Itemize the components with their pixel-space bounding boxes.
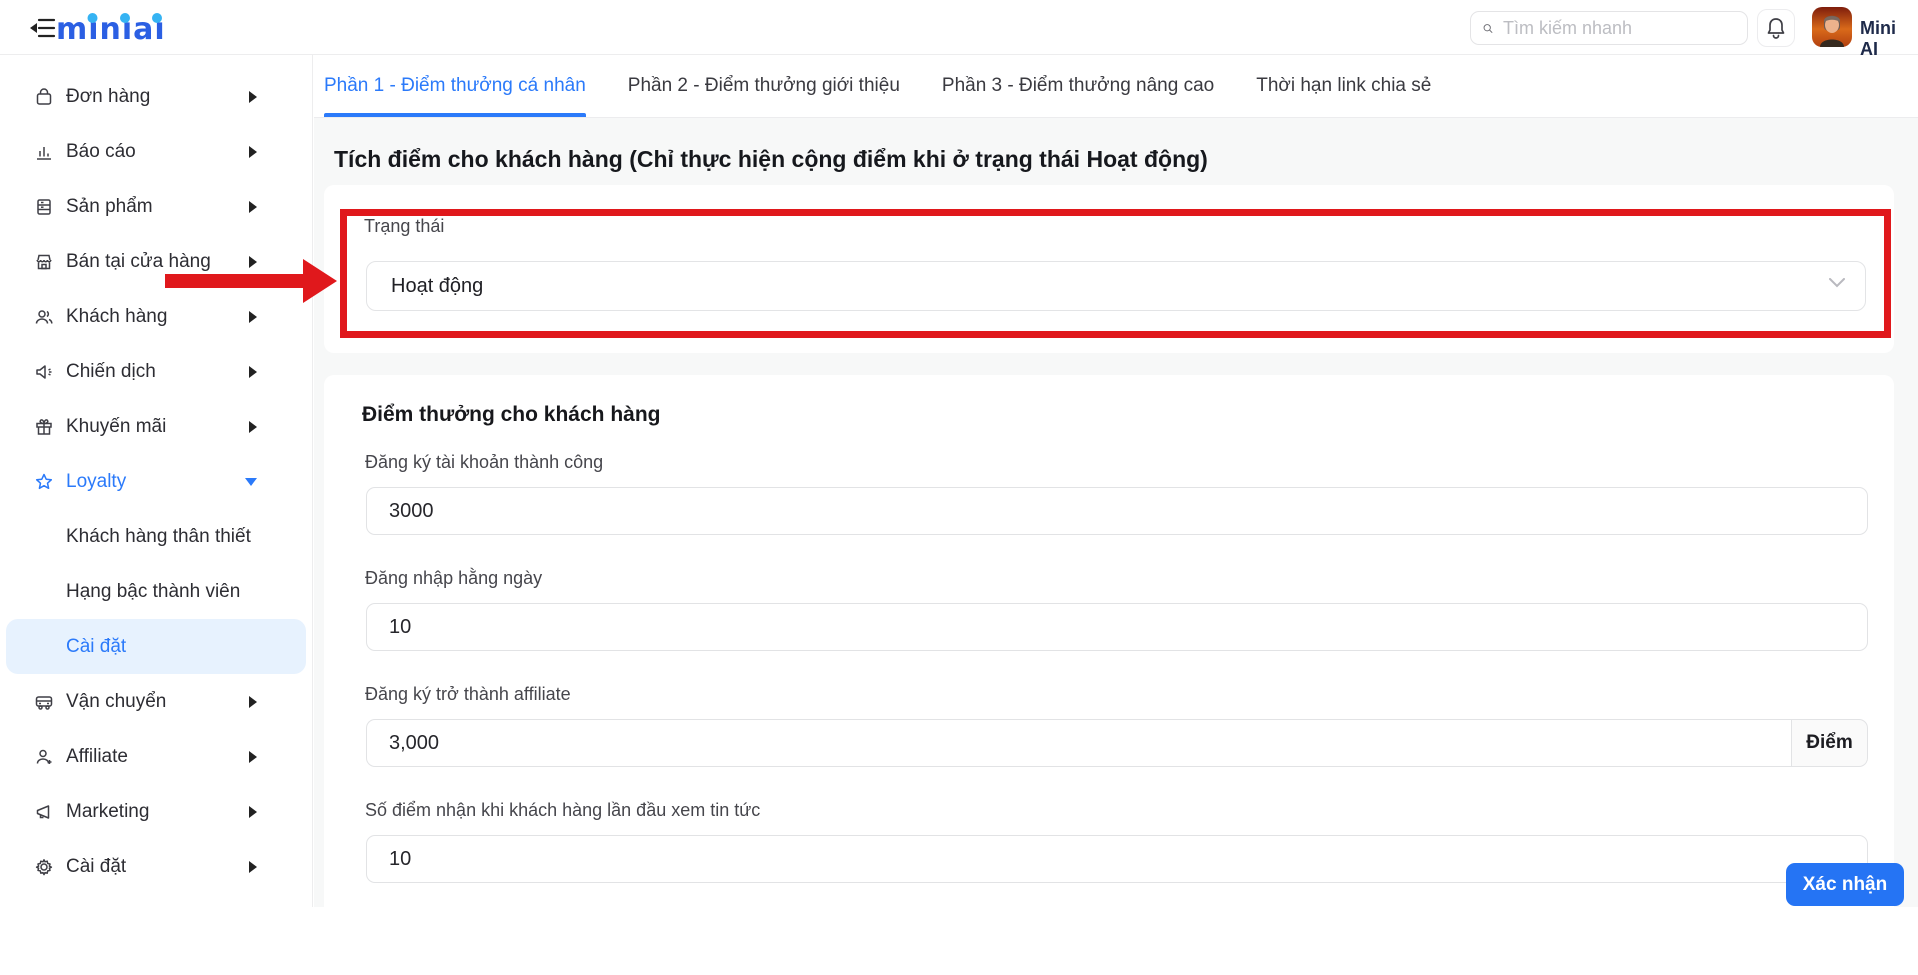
megaphone-icon	[33, 801, 55, 823]
tab-phan-3[interactable]: Phần 3 - Điểm thưởng nâng cao	[942, 55, 1214, 117]
storefront-icon	[33, 251, 55, 273]
input-dang-nhap-hang-ngay[interactable]	[366, 603, 1868, 651]
gear-icon	[33, 856, 55, 878]
sidebar-item-bao-cao[interactable]: Báo cáo	[0, 124, 312, 179]
sidebar-item-hang-bac-thanh-vien[interactable]: Hạng bậc thành viên	[0, 564, 312, 619]
chevron-right-icon	[249, 861, 257, 873]
chevron-right-icon	[249, 201, 257, 213]
chevron-right-icon	[249, 91, 257, 103]
status-label: Trạng thái	[364, 216, 444, 237]
sidebar-item-affiliate[interactable]: Affiliate	[0, 729, 312, 784]
chevron-right-icon	[249, 146, 257, 158]
tab-phan-2[interactable]: Phần 2 - Điểm thưởng giới thiệu	[628, 55, 900, 117]
search-input[interactable]	[1503, 18, 1735, 39]
tab-thoi-han-link[interactable]: Thời hạn link chia sẻ	[1256, 55, 1431, 117]
sidebar-item-san-pham[interactable]: Sản phẩm	[0, 179, 312, 234]
page-title: Tích điểm cho khách hàng (Chỉ thực hiện …	[334, 146, 1208, 173]
sidebar-item-ban-tai-cua-hang[interactable]: Bán tại cửa hàng	[0, 234, 312, 289]
bar-chart-icon	[33, 141, 55, 163]
product-box-icon	[33, 196, 55, 218]
sidebar-item-chien-dich[interactable]: Chiến dịch	[0, 344, 312, 399]
input-xem-tin-tuc[interactable]	[366, 835, 1868, 883]
chevron-right-icon	[249, 421, 257, 433]
user-name[interactable]: Mini AI	[1860, 18, 1918, 60]
chevron-down-icon	[1829, 278, 1845, 288]
delivery-van-icon	[33, 691, 55, 713]
sidebar-item-khach-hang-than-thiet[interactable]: Khách hàng thân thiết	[0, 509, 312, 564]
sidebar-item-cai-dat-loyalty[interactable]: Cài đặt	[6, 619, 306, 674]
status-select[interactable]: Hoạt động	[366, 261, 1866, 311]
confirm-button[interactable]: Xác nhận	[1786, 863, 1904, 906]
tab-bar: Phần 1 - Điểm thưởng cá nhân Phần 2 - Đi…	[314, 55, 1918, 118]
chevron-right-icon	[249, 696, 257, 708]
notification-button[interactable]	[1757, 9, 1795, 47]
chevron-right-icon	[249, 366, 257, 378]
section-title: Điểm thưởng cho khách hàng	[362, 403, 661, 427]
reward-points-card: Điểm thưởng cho khách hàng Đăng ký tài k…	[324, 375, 1894, 975]
chevron-down-icon	[245, 478, 257, 486]
input-suffix-diem: Điểm	[1791, 719, 1868, 767]
quick-search	[1470, 11, 1748, 45]
field-label-dang-ky-affiliate: Đăng ký trở thành affiliate	[365, 684, 571, 705]
shopping-bag-icon	[33, 86, 55, 108]
avatar[interactable]	[1812, 7, 1852, 47]
svg-text:mınıaı: mınıaı	[56, 12, 166, 45]
status-select-value: Hoạt động	[391, 275, 483, 298]
gift-icon	[33, 416, 55, 438]
sidebar-item-marketing[interactable]: Marketing	[0, 784, 312, 839]
chevron-right-icon	[249, 256, 257, 268]
field-label-dang-nhap-hang-ngay: Đăng nhập hằng ngày	[365, 568, 542, 589]
input-dang-ky-affiliate[interactable]	[366, 719, 1791, 767]
sidebar-item-cai-dat[interactable]: Cài đặt	[0, 839, 312, 894]
chevron-right-icon	[249, 751, 257, 763]
sidebar-item-loyalty[interactable]: Loyalty	[0, 454, 312, 509]
sidebar-item-khach-hang[interactable]: Khách hàng	[0, 289, 312, 344]
collapse-sidebar-icon[interactable]	[30, 16, 56, 40]
tab-phan-1[interactable]: Phần 1 - Điểm thưởng cá nhân	[324, 55, 586, 117]
sidebar-item-don-hang[interactable]: Đơn hàng	[0, 69, 312, 124]
search-icon	[1483, 19, 1493, 38]
input-dang-ky-tai-khoan[interactable]	[366, 487, 1868, 535]
customers-icon	[33, 306, 55, 328]
person-plus-icon	[33, 746, 55, 768]
field-label-xem-tin-tuc: Số điểm nhận khi khách hàng lần đầu xem …	[365, 800, 760, 821]
chevron-right-icon	[249, 806, 257, 818]
status-card: Trạng thái Hoạt động	[324, 185, 1894, 353]
sidebar-item-khuyen-mai[interactable]: Khuyến mãi	[0, 399, 312, 454]
header: mınıaı Min	[0, 0, 1918, 55]
chevron-right-icon	[249, 311, 257, 323]
miniai-logo[interactable]: mınıaı	[56, 11, 176, 45]
campaign-icon	[33, 361, 55, 383]
sidebar-item-van-chuyen[interactable]: Vận chuyển	[0, 674, 312, 729]
bell-icon	[1766, 17, 1786, 39]
star-icon	[33, 471, 55, 493]
field-label-dang-ky-tai-khoan: Đăng ký tài khoản thành công	[365, 452, 603, 473]
sidebar: Đơn hàng Báo cáo Sản phẩm	[0, 55, 313, 907]
